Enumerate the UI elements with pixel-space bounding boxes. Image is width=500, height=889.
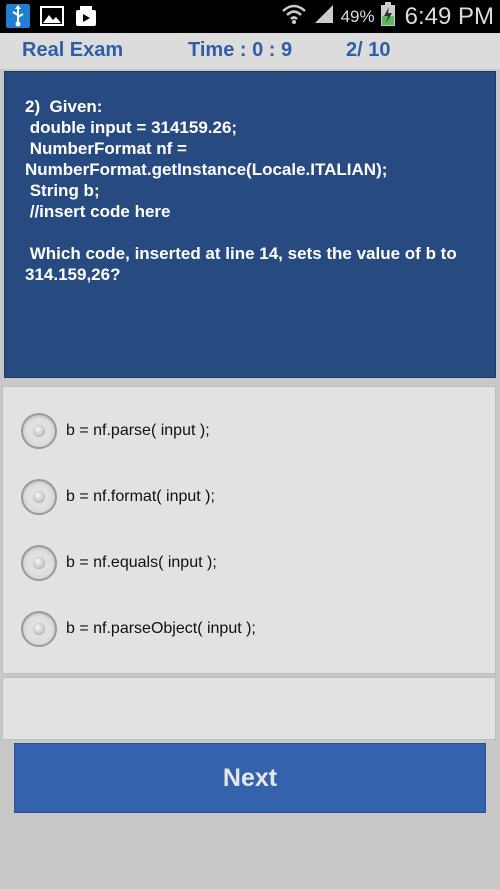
answer-option-label: b = nf.equals( input ); <box>66 554 217 571</box>
answer-option-2[interactable]: b = nf.format( input ); <box>21 475 215 519</box>
next-button[interactable]: Next <box>14 743 486 813</box>
radio-button[interactable] <box>21 479 57 515</box>
status-bar: 49% 6:49 PM <box>0 0 500 33</box>
question-line: //insert code here <box>25 202 171 221</box>
gallery-icon <box>74 4 98 28</box>
answer-options: b = nf.parse( input ); b = nf.format( in… <box>2 386 496 674</box>
question-line: 2) Given: <box>25 97 103 116</box>
battery-percent: 49% <box>340 6 375 26</box>
system-status: 49% 6:49 PM <box>281 0 494 33</box>
battery-charging-icon <box>380 2 395 31</box>
usb-icon <box>6 4 30 28</box>
question-line <box>25 222 475 243</box>
image-icon <box>40 4 64 28</box>
answer-option-label: b = nf.parseObject( input ); <box>66 620 256 637</box>
question-panel: 2) Given: double input = 314159.26; Numb… <box>4 71 496 378</box>
wifi-icon <box>281 3 307 30</box>
question-line: NumberFormat nf = <box>25 139 187 158</box>
timer-label: Time : 0 : 9 <box>188 39 293 61</box>
notification-icons <box>6 4 98 28</box>
answer-option-1[interactable]: b = nf.parse( input ); <box>21 409 210 453</box>
question-progress: 2/ 10 <box>346 39 391 61</box>
clock: 6:49 PM <box>404 2 494 30</box>
feedback-panel <box>2 677 496 740</box>
question-line: Which code, inserted at line 14, sets th… <box>25 244 457 263</box>
signal-icon <box>313 3 335 30</box>
page-title: Real Exam <box>22 39 124 61</box>
answer-option-label: b = nf.parse( input ); <box>66 422 210 439</box>
answer-option-label: b = nf.format( input ); <box>66 488 215 505</box>
question-line: 314.159,26? <box>25 265 121 284</box>
question-line: NumberFormat.getInstance(Locale.ITALIAN)… <box>25 160 388 179</box>
radio-button[interactable] <box>21 611 57 647</box>
exam-header: Real Exam Time : 0 : 9 2/ 10 <box>0 33 500 69</box>
radio-button[interactable] <box>21 413 57 449</box>
answer-option-4[interactable]: b = nf.parseObject( input ); <box>21 607 256 651</box>
question-line: double input = 314159.26; <box>25 118 238 137</box>
radio-button[interactable] <box>21 545 57 581</box>
answer-option-3[interactable]: b = nf.equals( input ); <box>21 541 217 585</box>
question-line: String b; <box>25 181 100 200</box>
